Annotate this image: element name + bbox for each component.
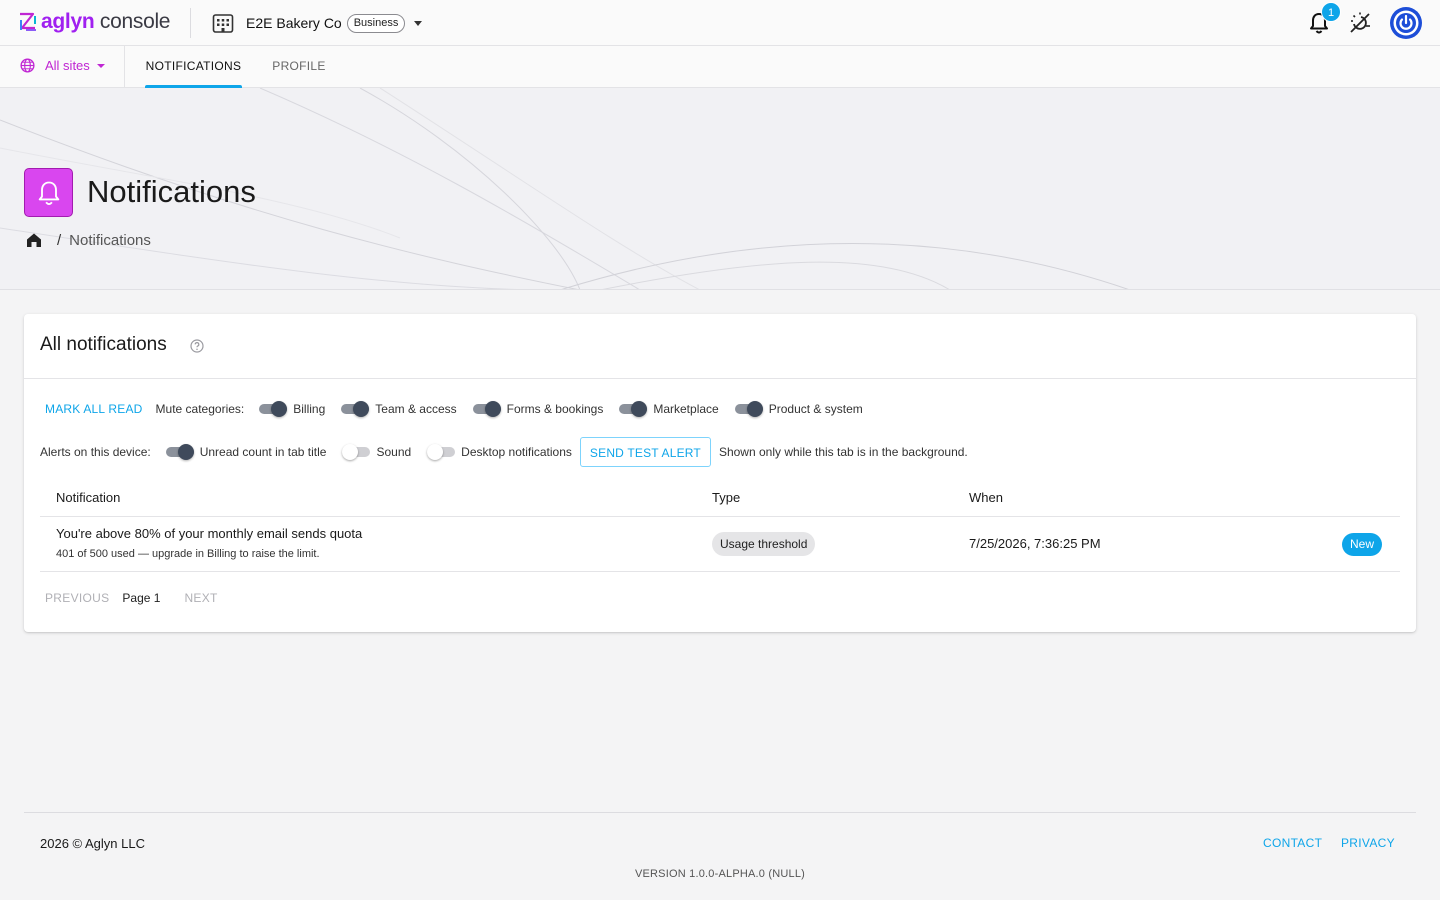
forms-bookings-toggle[interactable]: [472, 400, 501, 418]
desktop-notifications-label: Desktop notifications: [461, 445, 572, 459]
mute-product-system[interactable]: Product & system: [734, 400, 863, 418]
chevron-down-icon: [96, 63, 105, 68]
device-alerts-label: Alerts on this device:: [40, 445, 151, 459]
product-system-toggle[interactable]: [734, 400, 763, 418]
device-alerts-row: Alerts on this device: Unread count in t…: [40, 437, 968, 467]
breadcrumb-separator: /: [57, 231, 62, 249]
marketplace-label: Marketplace: [653, 402, 719, 416]
privacy-link[interactable]: PRIVACY: [1341, 836, 1395, 850]
desktop-notifications-setting[interactable]: Desktop notifications: [427, 443, 572, 461]
column-type[interactable]: Type: [712, 490, 740, 505]
sites-label: All sites: [45, 58, 90, 73]
product-system-label: Product & system: [768, 402, 863, 416]
org-name: E2E Bakery Co: [246, 15, 342, 31]
type-chip: Usage threshold: [712, 532, 816, 556]
plan-badge: Business: [346, 13, 406, 33]
unread-count-setting[interactable]: Unread count in tab title: [165, 443, 327, 461]
mute-categories-label: Mute categories:: [155, 402, 245, 416]
notifications-card: All notifications MARK ALL READ Mute cat…: [24, 314, 1416, 632]
copyright: 2026 © Aglyn LLC: [40, 836, 145, 851]
sites-selector[interactable]: All sites: [20, 58, 105, 73]
column-when[interactable]: When: [969, 490, 1003, 505]
new-status-badge: New: [1342, 533, 1383, 556]
send-test-alert-button[interactable]: SEND TEST ALERT: [579, 437, 711, 467]
mute-forms-bookings[interactable]: Forms & bookings: [472, 400, 604, 418]
column-notification[interactable]: Notification: [56, 490, 120, 505]
chevron-down-icon[interactable]: [414, 20, 423, 26]
notification-title: You're above 80% of your monthly email s…: [56, 526, 363, 541]
bell-icon: [38, 181, 59, 205]
notification-timestamp: 7/25/2026, 7:36:25 PM: [969, 536, 1101, 551]
footer-divider: [24, 812, 1416, 813]
help-icon[interactable]: [190, 339, 204, 353]
team-access-toggle[interactable]: [341, 400, 370, 418]
notification-subtitle: 401 of 500 used — upgrade in Billing to …: [56, 548, 320, 560]
breadcrumb: / Notifications: [25, 231, 151, 249]
building-icon: [212, 14, 234, 33]
mute-row: MARK ALL READ Mute categories: Billing T…: [40, 400, 879, 418]
pagination: PREVIOUS Page 1 NEXT: [45, 591, 218, 605]
mark-all-read-button[interactable]: MARK ALL READ: [45, 402, 143, 416]
tab-profile[interactable]: PROFILE: [270, 46, 328, 87]
power-icon[interactable]: [1390, 7, 1422, 39]
globe-icon: [20, 58, 35, 73]
forms-bookings-label: Forms & bookings: [506, 402, 604, 416]
next-page-button[interactable]: NEXT: [184, 591, 217, 605]
mute-marketplace[interactable]: Marketplace: [619, 400, 719, 418]
top-bar: aglyn console E2E Bakery Co Business 1: [0, 0, 1440, 46]
version-label: VERSION 1.0.0-ALPHA.0 (NULL): [634, 868, 806, 880]
sub-nav: All sites NOTIFICATIONS PROFILE: [0, 46, 1440, 88]
theme-toggle-icon[interactable]: [1349, 12, 1371, 34]
previous-page-button[interactable]: PREVIOUS: [45, 591, 109, 605]
sound-label: Sound: [376, 445, 412, 459]
divider: [124, 46, 125, 87]
unread-count-label: Unread count in tab title: [199, 445, 327, 459]
org-switcher[interactable]: E2E Bakery Co Business: [212, 11, 423, 35]
tab-notifications[interactable]: NOTIFICATIONS: [145, 46, 242, 88]
notifications-page-icon: [24, 168, 73, 217]
billing-label: Billing: [293, 402, 326, 416]
card-header: All notifications: [24, 314, 1416, 379]
sound-setting[interactable]: Sound: [342, 443, 411, 461]
divider: [190, 8, 191, 38]
app-logo[interactable]: aglyn console: [18, 10, 171, 33]
unread-count-toggle[interactable]: [165, 443, 194, 461]
page-header: Notifications / Notifications: [0, 88, 1440, 290]
card-title: All notifications: [40, 334, 167, 355]
logo-mark-icon: [20, 12, 36, 31]
team-access-label: Team & access: [375, 402, 457, 416]
logo-text: aglyn console: [41, 10, 171, 33]
current-page-label: Page 1: [122, 591, 161, 605]
background-note: Shown only while this tab is in the back…: [718, 445, 968, 459]
mute-billing[interactable]: Billing: [259, 400, 325, 418]
billing-toggle[interactable]: [259, 400, 288, 418]
table-header: Notification Type When: [40, 482, 1400, 517]
marketplace-toggle[interactable]: [619, 400, 648, 418]
table-row[interactable]: You're above 80% of your monthly email s…: [40, 517, 1400, 572]
desktop-notifications-toggle[interactable]: [427, 443, 456, 461]
page-title: Notifications: [87, 174, 256, 209]
mute-team-access[interactable]: Team & access: [341, 400, 457, 418]
home-icon[interactable]: [25, 231, 43, 249]
notification-count-badge: 1: [1321, 2, 1341, 22]
contact-link[interactable]: CONTACT: [1263, 836, 1322, 850]
sound-toggle[interactable]: [342, 443, 371, 461]
breadcrumb-current: Notifications: [69, 231, 151, 249]
